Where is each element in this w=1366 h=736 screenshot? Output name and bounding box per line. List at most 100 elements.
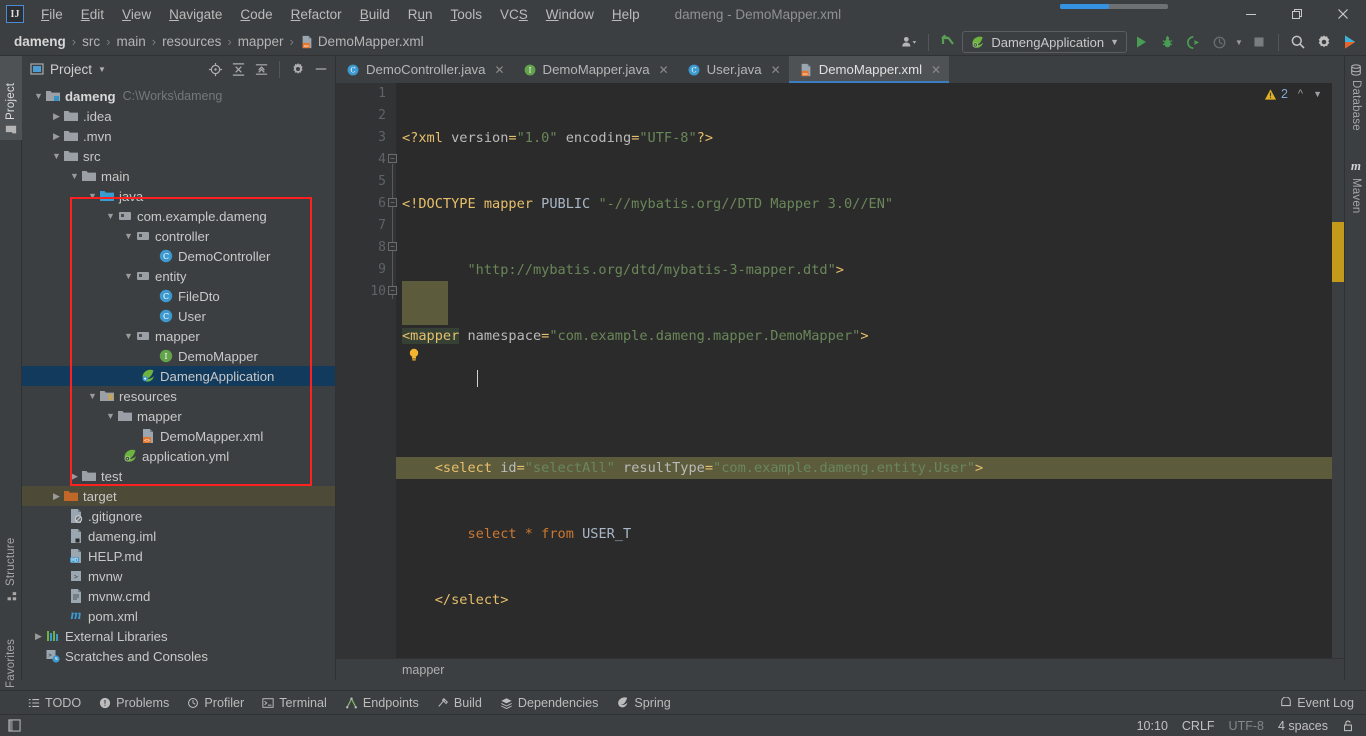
close-icon[interactable]: ✕ — [659, 63, 669, 77]
update-project-icon[interactable] — [936, 31, 960, 53]
tree-row-idea[interactable]: ▶ .idea — [22, 106, 335, 126]
tree-row-dameng-iml[interactable]: dameng.iml — [22, 526, 335, 546]
menu-window[interactable]: Window — [537, 4, 603, 25]
tool-button-endpoints[interactable]: Endpoints — [345, 696, 419, 710]
menu-edit[interactable]: Edit — [72, 4, 113, 25]
tool-button-profiler[interactable]: Profiler — [187, 696, 244, 710]
menu-view[interactable]: View — [113, 4, 160, 25]
breadcrumb-item-main[interactable]: main — [112, 33, 149, 50]
tree-row-main[interactable]: ▼ main — [22, 166, 335, 186]
tree-row-filedto[interactable]: C FileDto — [22, 286, 335, 306]
close-icon[interactable]: ✕ — [931, 63, 941, 77]
tree-row-mvn[interactable]: ▶ .mvn — [22, 126, 335, 146]
tree-row-application-yml[interactable]: application.yml — [22, 446, 335, 466]
chevron-down-icon[interactable]: ▼ — [122, 271, 135, 281]
code-content[interactable]: <?xml version="1.0" encoding="UTF-8"?> <… — [396, 83, 1344, 736]
indent-setting[interactable]: 4 spaces — [1278, 719, 1328, 733]
tree-row-demomapper-xml[interactable]: <> DemoMapper.xml — [22, 426, 335, 446]
menu-build[interactable]: Build — [351, 4, 399, 25]
close-icon[interactable]: ✕ — [494, 63, 504, 77]
tree-row-mvnw[interactable]: > mvnw — [22, 566, 335, 586]
tree-row-target[interactable]: ▶ target — [22, 486, 335, 506]
line-separator[interactable]: CRLF — [1182, 719, 1215, 733]
chevron-down-icon[interactable]: ▼ — [86, 391, 99, 401]
breadcrumb-item-demomapper-xml[interactable]: <> DemoMapper.xml — [296, 33, 428, 50]
menu-navigate[interactable]: Navigate — [160, 4, 231, 25]
editor-breadcrumb[interactable]: mapper — [336, 658, 1344, 680]
unlocked-icon[interactable] — [1342, 719, 1354, 732]
minimize-button[interactable] — [1228, 0, 1274, 28]
tool-button-terminal[interactable]: Terminal — [262, 696, 327, 710]
intention-bulb-icon[interactable] — [406, 347, 422, 363]
breadcrumb-item-dameng[interactable]: dameng — [10, 33, 70, 50]
hide-panel-icon[interactable] — [311, 59, 331, 79]
tree-row-damengapplication[interactable]: DamengApplication — [22, 366, 335, 386]
collapse-all-icon[interactable] — [251, 59, 271, 79]
tree-row-src[interactable]: ▼ src — [22, 146, 335, 166]
tab-democontroller-java[interactable]: C DemoController.java ✕ — [336, 56, 513, 83]
close-icon[interactable]: ✕ — [771, 63, 781, 77]
breadcrumb-item-resources[interactable]: resources — [158, 33, 225, 50]
debug-icon[interactable] — [1155, 31, 1179, 53]
chevron-down-icon[interactable]: ▼ — [1233, 31, 1245, 53]
tree-row-democontroller[interactable]: C DemoController — [22, 246, 335, 266]
tree-row-dameng[interactable]: ▼ dameng C:\Works\dameng — [22, 86, 335, 106]
menu-code[interactable]: Code — [231, 4, 281, 25]
expand-all-icon[interactable] — [228, 59, 248, 79]
stop-icon[interactable] — [1247, 31, 1271, 53]
inspection-scrollbar[interactable] — [1332, 83, 1344, 658]
code-editor[interactable]: 1 2 3 4 5 6 7 8 9 10 − − − − <?xml versi… — [336, 83, 1344, 736]
chevron-down-icon[interactable]: ▼ — [1313, 89, 1322, 99]
tree-row-pom-xml[interactable]: m pom.xml — [22, 606, 335, 626]
tree-row-gitignore[interactable]: .gitignore — [22, 506, 335, 526]
tool-window-toggle-icon[interactable] — [0, 719, 28, 732]
sidebar-item-maven[interactable]: m Maven — [1345, 154, 1366, 226]
warning-marker[interactable] — [1332, 222, 1344, 282]
chevron-down-icon[interactable]: ▼ — [86, 191, 99, 201]
file-encoding[interactable]: UTF-8 — [1229, 719, 1264, 733]
tree-row-resources[interactable]: ▼ resources — [22, 386, 335, 406]
chevron-down-icon[interactable]: ▼ — [50, 151, 63, 161]
caret-position[interactable]: 10:10 — [1137, 719, 1168, 733]
tool-button-todo[interactable]: TODO — [28, 696, 81, 710]
tree-row-mapper-folder[interactable]: ▼ mapper — [22, 406, 335, 426]
breadcrumb-item-src[interactable]: src — [78, 33, 104, 50]
chevron-right-icon[interactable]: ▶ — [50, 131, 63, 142]
menu-tools[interactable]: Tools — [442, 4, 492, 25]
tree-row-demomapper[interactable]: I DemoMapper — [22, 346, 335, 366]
sidebar-item-structure[interactable]: Structure — [0, 514, 22, 606]
tree-row-scratches[interactable]: > Scratches and Consoles — [22, 646, 335, 666]
breadcrumb-item-mapper[interactable]: mapper — [234, 33, 288, 50]
chevron-right-icon[interactable]: ▶ — [50, 111, 63, 122]
tree-row-external-libraries[interactable]: ▶ External Libraries — [22, 626, 335, 646]
tree-row-test[interactable]: ▶ test — [22, 466, 335, 486]
project-tree[interactable]: ▼ dameng C:\Works\dameng ▶ .idea ▶ .mvn … — [22, 82, 335, 680]
ide-assistant-icon[interactable] — [1338, 31, 1362, 53]
tree-row-user[interactable]: C User — [22, 306, 335, 326]
chevron-right-icon[interactable]: ▶ — [50, 491, 63, 502]
tab-user-java[interactable]: C User.java ✕ — [677, 56, 789, 83]
tool-button-spring[interactable]: Spring — [616, 696, 671, 710]
sidebar-item-project[interactable]: Project — [0, 56, 22, 140]
gear-icon[interactable] — [288, 59, 308, 79]
chevron-up-icon[interactable]: ^ — [1298, 88, 1303, 100]
menu-help[interactable]: Help — [603, 4, 649, 25]
chevron-down-icon[interactable]: ▼ — [32, 91, 45, 101]
gear-icon[interactable] — [1312, 31, 1336, 53]
run-configuration-selector[interactable]: DamengApplication ▼ — [962, 31, 1127, 53]
menu-file[interactable]: File — [32, 4, 72, 25]
close-button[interactable] — [1320, 0, 1366, 28]
account-icon[interactable] — [897, 31, 921, 53]
tree-row-controller[interactable]: ▼ controller — [22, 226, 335, 246]
tree-row-help-md[interactable]: MD HELP.md — [22, 546, 335, 566]
search-icon[interactable] — [1286, 31, 1310, 53]
menu-vcs[interactable]: VCS — [491, 4, 537, 25]
profile-icon[interactable] — [1207, 31, 1231, 53]
run-icon[interactable] — [1129, 31, 1153, 53]
run-with-coverage-icon[interactable] — [1181, 31, 1205, 53]
tab-demomapper-xml[interactable]: <> DemoMapper.xml ✕ — [788, 56, 950, 83]
chevron-down-icon[interactable]: ▼ — [122, 331, 135, 341]
tree-row-mvnw-cmd[interactable]: mvnw.cmd — [22, 586, 335, 606]
maximize-button[interactable] — [1274, 0, 1320, 28]
chevron-down-icon[interactable]: ▼ — [104, 411, 117, 421]
